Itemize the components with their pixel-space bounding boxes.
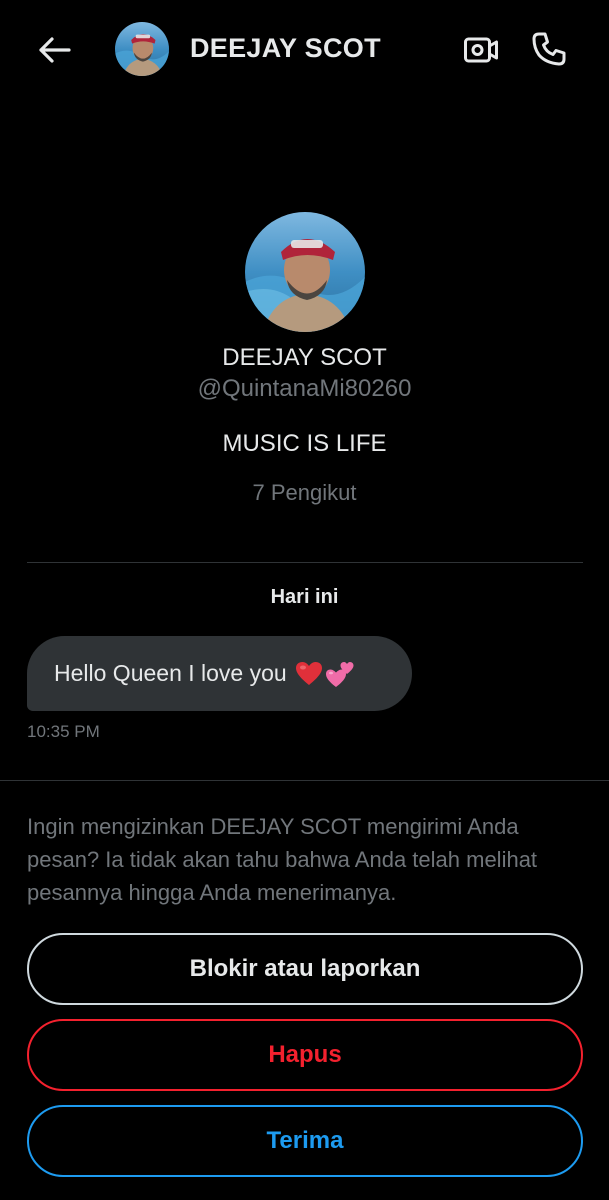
divider [27, 562, 583, 563]
message-request-prompt: Ingin mengizinkan DEEJAY SCOT mengirimi … [27, 814, 538, 905]
profile-name[interactable]: DEEJAY SCOT [0, 344, 609, 372]
delete-button[interactable]: Hapus [27, 1019, 583, 1091]
two-hearts-icon [325, 661, 354, 687]
date-separator: Hari ini [270, 586, 339, 608]
arrow-left-icon [39, 37, 71, 63]
profile-bio: MUSIC IS LIFE [222, 430, 387, 457]
red-heart-icon [295, 661, 322, 685]
header-avatar[interactable] [115, 22, 169, 76]
phone-icon [532, 32, 566, 66]
avatar-image [244, 212, 365, 332]
profile-handle[interactable]: @QuintanaMi80260 [0, 375, 609, 403]
block-or-report-button[interactable]: Blokir atau laporkan [27, 933, 583, 1005]
profile-card: DEEJAY SCOT @QuintanaMi80260 MUSIC IS LI… [0, 210, 609, 505]
header-title[interactable]: DEEJAY SCOT [190, 33, 381, 64]
message-emoji [295, 660, 355, 688]
profile-avatar[interactable] [244, 212, 365, 332]
follower-count[interactable]: 7 Pengikut [0, 480, 609, 506]
conversation-header: DEEJAY SCOT [0, 0, 609, 100]
message-bubble[interactable]: Hello Queen I love you [27, 636, 412, 711]
video-camera-icon [464, 37, 498, 63]
video-call-button[interactable] [460, 30, 502, 70]
divider [0, 780, 609, 781]
message-timestamp: 10:35 PM [27, 722, 100, 741]
voice-call-button[interactable] [528, 28, 570, 70]
accept-button[interactable]: Terima [27, 1105, 583, 1177]
back-button[interactable] [34, 32, 74, 68]
message-text: Hello Queen I love you [54, 660, 287, 686]
avatar-image [115, 22, 169, 76]
